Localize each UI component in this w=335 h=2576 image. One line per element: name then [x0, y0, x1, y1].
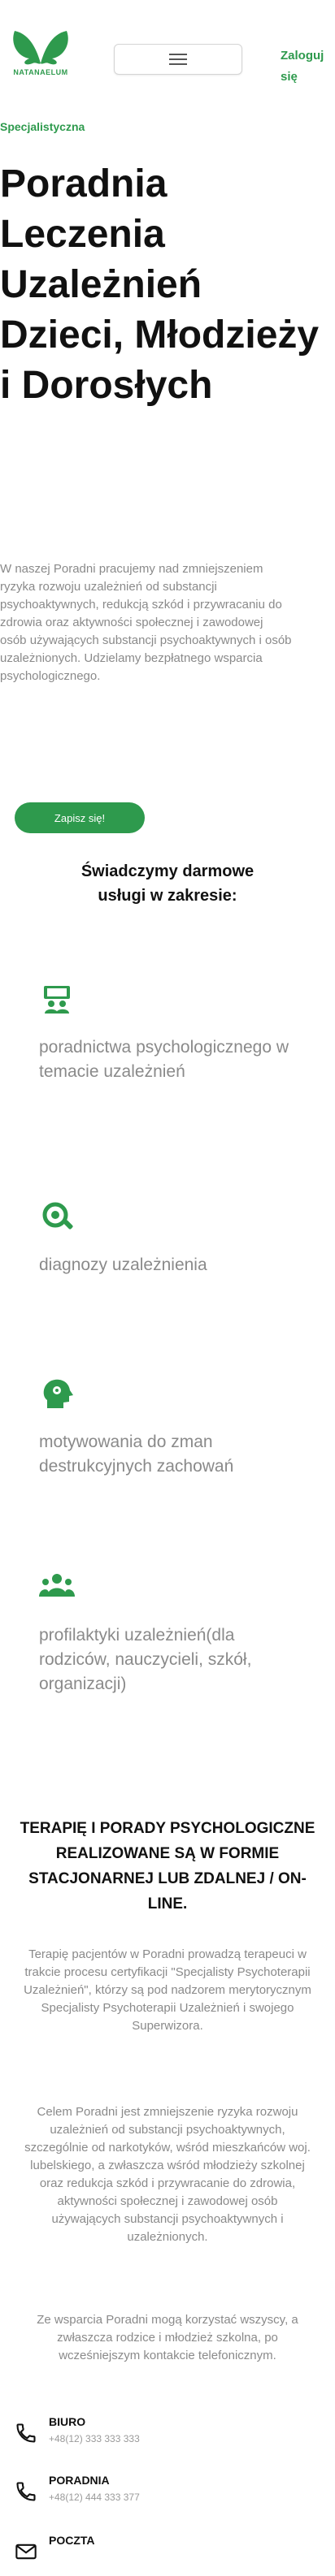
service-label: poradnictwa psychologicznego w temacie u… [39, 1038, 289, 1081]
logo[interactable]: NATANAELUM [7, 28, 75, 76]
diagnosis-icon [42, 1202, 73, 1230]
service-label: diagnozy uzależnienia [39, 1256, 207, 1274]
login-link[interactable]: Zaloguj się [281, 45, 331, 88]
services-title: Świadczymy darmowe usługi w zakresie: [80, 862, 255, 905]
menu-toggle-button[interactable] [114, 44, 242, 75]
butterfly-logo-icon [13, 31, 68, 65]
contact-label: PORADNIA [49, 2474, 110, 2487]
contact-label: BIURO [49, 2415, 86, 2428]
contact-value[interactable]: +48(12) 444 333 377 [49, 2492, 140, 2503]
site-header: NATANAELUM Zaloguj się [0, 0, 335, 114]
service-label: motywowania do zman destrukcyjnych zacho… [39, 1433, 234, 1476]
therapy-paragraph: Celem Poradni jest zmniejszenie ryzyka r… [24, 2105, 311, 2244]
phone-icon [16, 2482, 36, 2501]
contact-office[interactable]: BIURO +48(12) 333 333 333 [15, 2415, 324, 2451]
contact-label: POCZTA [49, 2534, 95, 2547]
therapy-title: TERAPIĘ I PORADY PSYCHOLOGICZNE REALIZOW… [20, 1820, 315, 1913]
page-title: Poradnia Leczenia Uzależnień Dzieci, Mło… [0, 162, 320, 407]
counseling-icon [44, 986, 70, 1014]
contact-value[interactable]: +48(12) 333 333 333 [49, 2433, 140, 2444]
hero-kicker: Specjalistyczna [0, 120, 85, 133]
therapy-paragraph: Terapię pacjentów w Poradni prowadzą ter… [24, 1947, 311, 2033]
service-item-motivation: motywowania do zman destrukcyjnych zacho… [39, 1376, 299, 1479]
therapy-paragraph: Ze wsparcia Poradni mogą korzystać wszys… [37, 2313, 298, 2362]
contact-mail[interactable]: POCZTA [15, 2534, 324, 2570]
mail-icon [15, 2544, 37, 2560]
signup-button[interactable]: Zapisz się! [15, 802, 145, 833]
hero-description: W naszej Poradni pracujemy nad zmniejsze… [0, 562, 292, 683]
motivation-icon [43, 1379, 73, 1408]
group-icon [39, 1574, 75, 1597]
logo-text: NATANAELUM [13, 68, 68, 76]
hamburger-icon [169, 50, 187, 68]
service-item-counseling: poradnictwa psychologicznego w temacie u… [39, 981, 299, 1084]
service-item-diagnosis: diagnozy uzależnienia [39, 1199, 299, 1277]
service-label: profilaktyki uzależnień(dla rodziców, na… [39, 1626, 252, 1693]
service-item-prevention: profilaktyki uzależnień(dla rodziców, na… [39, 1569, 299, 1696]
phone-icon [16, 2423, 36, 2443]
contact-clinic[interactable]: PORADNIA +48(12) 444 333 377 [15, 2474, 324, 2509]
